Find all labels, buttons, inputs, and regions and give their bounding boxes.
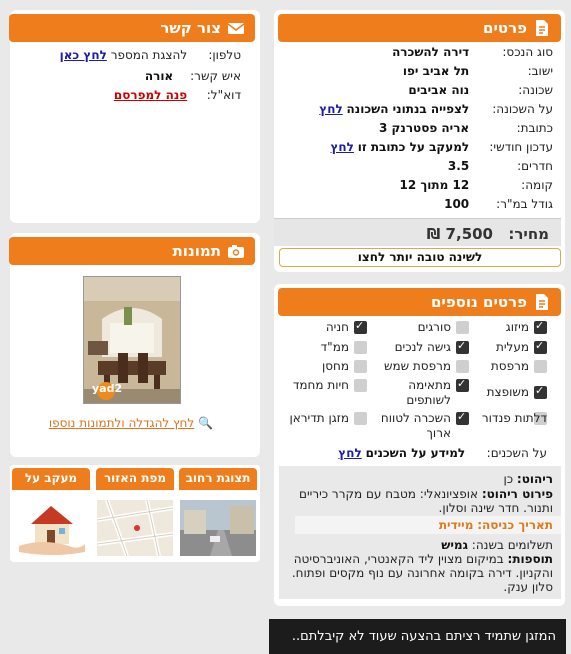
feature-pets: חיות מחמד	[292, 378, 349, 392]
show-phone-link[interactable]: לחץ כאן	[60, 48, 107, 62]
checkbox-sun-balcony[interactable]	[456, 360, 469, 373]
feature-balcony: מרפסת	[490, 359, 529, 373]
neighbors-link[interactable]: לחץ	[338, 446, 361, 460]
detail-rooms: חדרים: 3.5	[447, 159, 553, 173]
price-label: מחיר:	[508, 225, 549, 243]
detail-neighborhood: שכונה: נוה אביבים	[408, 83, 553, 97]
detail-floor: קומה: 12 מתוך 12	[399, 178, 553, 192]
house-in-hand-icon	[13, 498, 89, 556]
main-photo[interactable]: yad2	[83, 276, 181, 404]
detail-size: גודל במ"ר: 100	[444, 197, 553, 211]
tab-street-view[interactable]: תצוגת רחוב	[179, 468, 257, 558]
furnish-row: ריהוט: כן	[503, 472, 553, 486]
furnish-detail-row: פירוט ריהוט: אופציונאלי: מטבח עם מקרר כי…	[298, 487, 553, 515]
neighborhood-link[interactable]: לחץ	[319, 102, 342, 116]
checkbox-air-conditioning[interactable]	[534, 319, 547, 334]
contact-person-row: איש קשר: אורה	[144, 69, 241, 83]
feature-bars: סורגים	[417, 320, 451, 334]
feature-air-conditioning: מיזוג	[505, 320, 529, 334]
checkbox-parking[interactable]	[354, 319, 367, 334]
feature-tadiran-ac: מזגן תדיראן	[289, 411, 349, 425]
checkbox-renovated[interactable]	[534, 384, 547, 399]
details-header: פרטים	[278, 14, 561, 42]
detail-about-neighborhood: על השכונה: לצפייה בנתוני השכונה לחץ	[319, 102, 553, 116]
enlarge-photos-link[interactable]: 🔍 לחץ להגדלה ולתמונות נוספו	[49, 416, 213, 430]
feature-sun-balcony: מרפסת שמש	[383, 359, 451, 373]
feature-storage: מחסן	[321, 359, 349, 373]
contact-advertiser-link[interactable]: פנה למפרסם	[114, 88, 187, 102]
price-bar: מחיר: ₪ 7,500	[274, 218, 561, 246]
feature-pandor-doors: דלתות פנדור	[481, 411, 547, 425]
neighbors-row: על השכנים: למידע על השכנים לחץ	[338, 446, 547, 460]
zoom-icon: 🔍	[198, 416, 213, 430]
checkbox-pets[interactable]	[354, 379, 367, 392]
contact-phone-row: טלפון: להצגת המספר לחץ כאן	[59, 48, 241, 62]
feature-long-term: השכרה לטווח ארוך	[380, 411, 451, 440]
contact-title: צור קשר	[160, 19, 221, 37]
checkbox-storage[interactable]	[354, 360, 367, 373]
checkbox-roommates[interactable]	[456, 377, 469, 392]
checkbox-safe-room[interactable]	[354, 341, 367, 354]
entry-date-row: תאריך כניסה: מיידית	[295, 516, 561, 534]
document-icon	[536, 20, 548, 36]
envelope-icon	[227, 23, 245, 34]
checkbox-long-term[interactable]	[456, 410, 469, 425]
contact-header: צור קשר	[9, 14, 255, 42]
camera-icon	[228, 245, 244, 258]
feature-roommates: מתאימה לשותפים	[406, 378, 451, 407]
feature-renovated: משופצת	[486, 385, 529, 399]
checkbox-bars[interactable]	[456, 321, 469, 334]
photos-header: תמונות	[9, 237, 255, 265]
contact-email-row: דוא"ל: פנה למפרסם	[113, 88, 241, 102]
price-value: ₪ 7,500	[426, 225, 493, 243]
detail-address: כתובת: אריה פסטרנק 3	[379, 121, 553, 135]
detail-city: ישוב: תל אביב יפו	[402, 64, 553, 78]
feature-parking: חניה	[325, 320, 349, 334]
checkbox-elevator[interactable]	[534, 339, 547, 354]
details-title: פרטים	[483, 19, 527, 37]
feature-safe-room: ממ"ד	[320, 340, 349, 354]
monthly-update-link[interactable]: לחץ	[330, 140, 353, 154]
extras-title: פרטים נוספים	[430, 293, 527, 311]
checkbox-tadiran-ac[interactable]	[354, 412, 367, 425]
tab-track-property[interactable]: מעקב על בנכס	[12, 468, 90, 558]
photo-watermark: yad2	[92, 382, 123, 395]
detail-property-type: סוג הנכס: דירה להשכרה	[392, 45, 553, 59]
detail-monthly-update: עדכון חודשי: למעקב על כתובת זו לחץ	[330, 140, 553, 154]
document-icon	[536, 294, 548, 310]
payments-row: תשלומים בשנה: גמיש	[441, 538, 553, 552]
contact-panel: צור קשר	[9, 10, 260, 223]
better-sleep-button[interactable]: לשינה טובה יותר לחצו	[279, 248, 561, 267]
street-view-thumbnail	[180, 500, 256, 556]
tab-area-map[interactable]: מפת האזור	[96, 468, 174, 558]
photos-title: תמונות	[172, 242, 221, 260]
ac-banner[interactable]: המזגן שתמיד רציתם בהצעה שעוד לא קיבלתם..	[269, 619, 566, 654]
extras-header: פרטים נוספים	[278, 288, 561, 316]
area-map-thumbnail	[97, 500, 173, 556]
info-box: ריהוט: כן פירוט ריהוט: אופציונאלי: מטבח …	[279, 466, 561, 599]
checkbox-balcony[interactable]	[534, 360, 547, 373]
additions-row: תוספות: במיקום מצוין ליד הקאנטרי, האוניב…	[291, 552, 553, 594]
feature-elevator: מעלית	[495, 340, 529, 354]
checkbox-disabled-access[interactable]	[456, 339, 469, 354]
feature-disabled-access: גישה לנכים	[394, 340, 451, 354]
